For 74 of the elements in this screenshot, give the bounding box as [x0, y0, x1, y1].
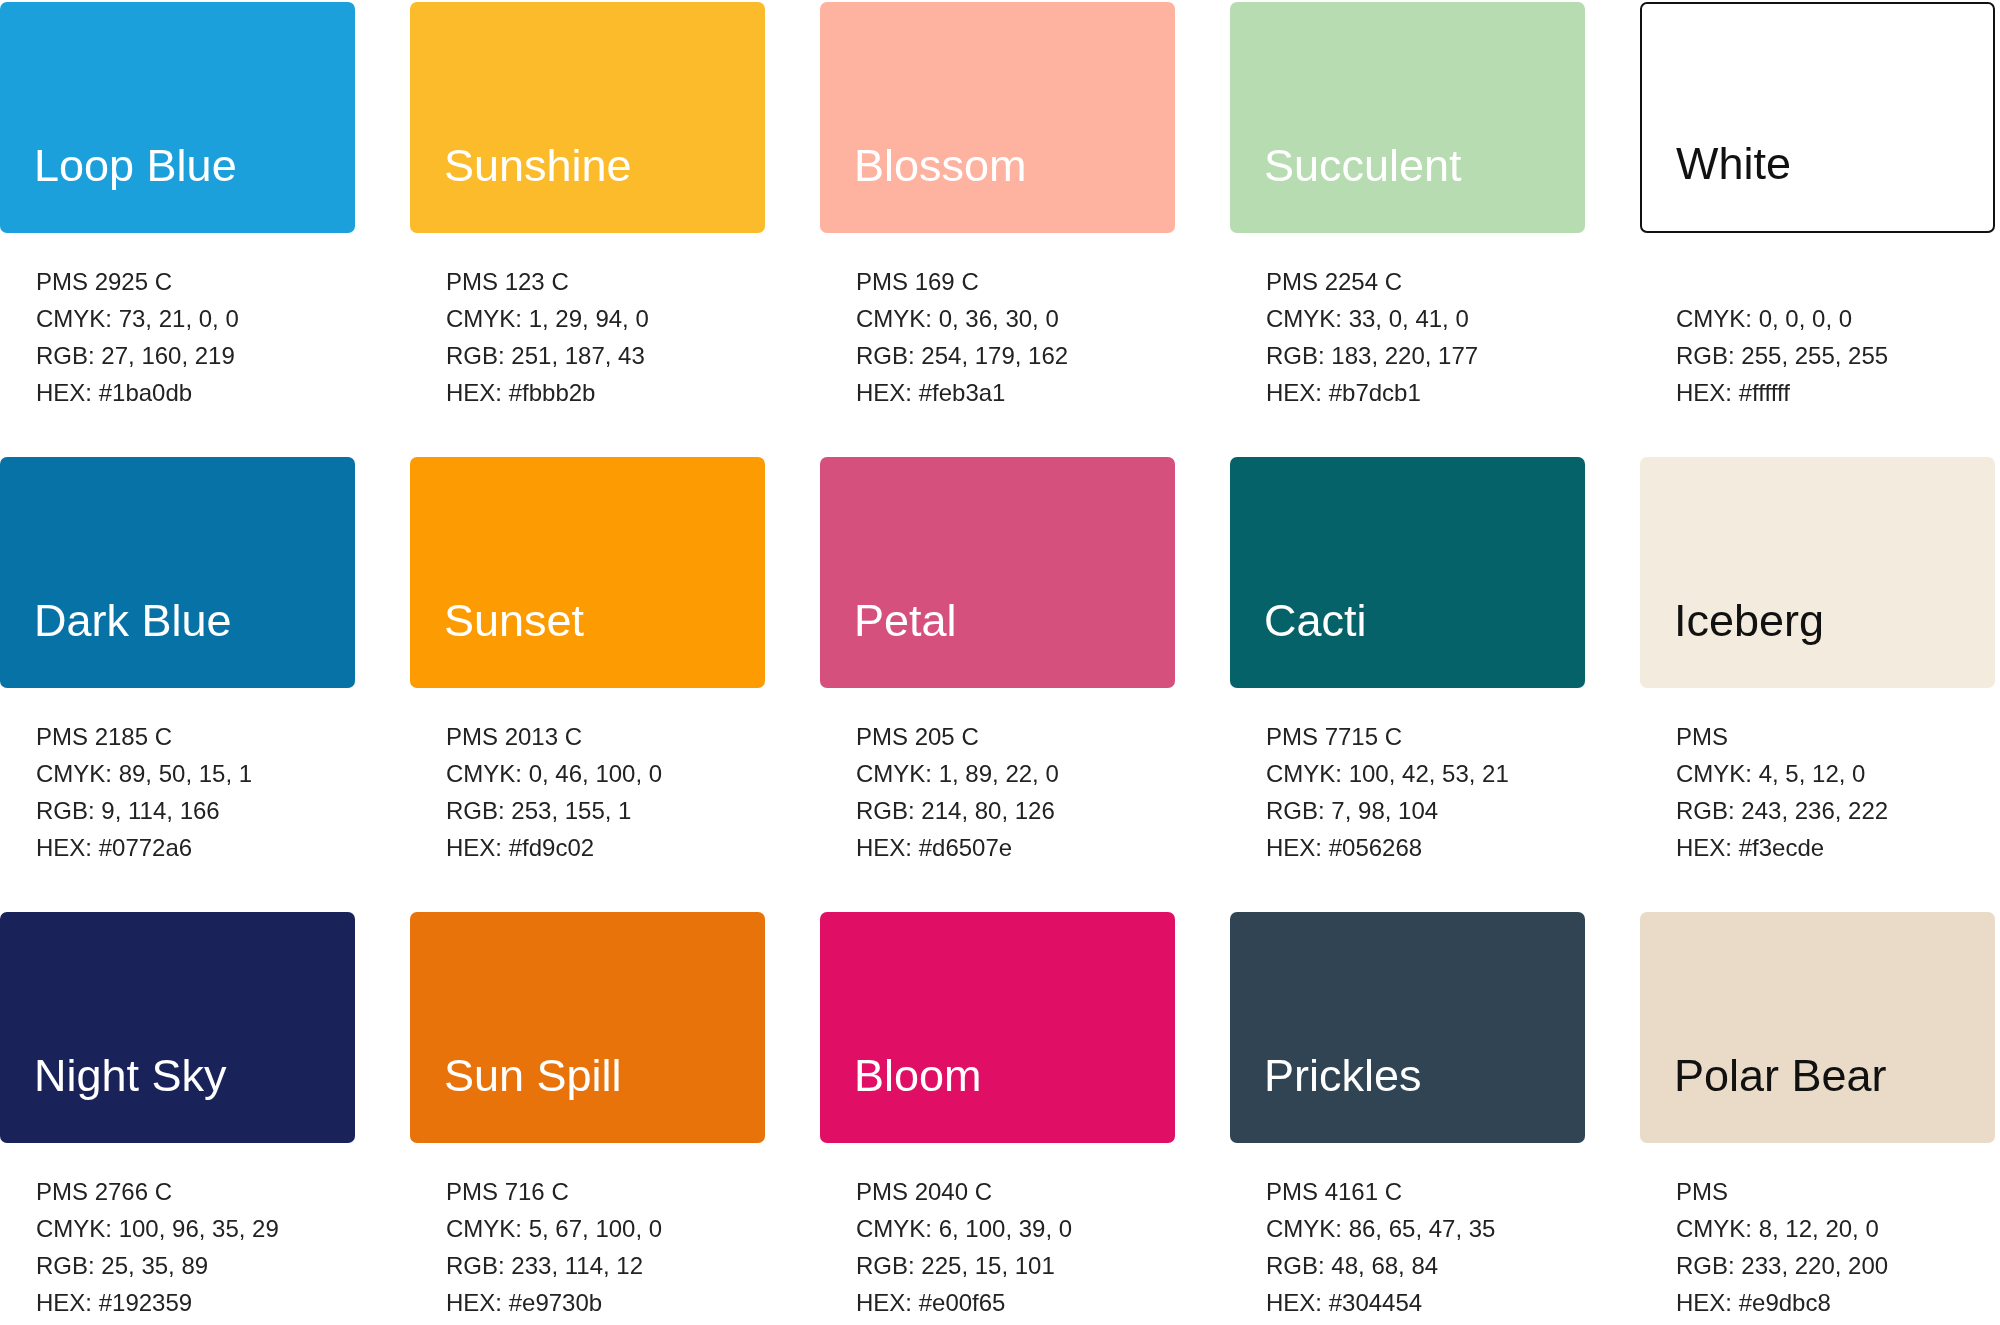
color-code: PMS 2766 C: [36, 1177, 174, 1207]
color-name: Night Sky: [34, 1049, 227, 1103]
color-code: PMS 205 C: [856, 722, 980, 752]
color-code: CMYK: 1, 29, 94, 0: [446, 304, 650, 334]
color-code: RGB: 255, 255, 255: [1676, 341, 1890, 371]
color-code: RGB: 25, 35, 89: [36, 1251, 210, 1281]
color-code: PMS 4161 C: [1266, 1177, 1404, 1207]
color-name: Dark Blue: [34, 594, 232, 648]
color-code: CMYK: 6, 100, 39, 0: [856, 1214, 1074, 1244]
color-code: RGB: 254, 179, 162: [856, 341, 1070, 371]
color-name: Sunset: [444, 594, 585, 648]
color-name: Sunshine: [444, 139, 632, 193]
color-code: RGB: 9, 114, 166: [36, 796, 221, 826]
color-code: HEX: #ffffff: [1676, 378, 1791, 408]
color-name: Sun Spill: [444, 1049, 622, 1103]
color-name: Blossom: [854, 139, 1027, 193]
color-code: HEX: #f3ecde: [1676, 833, 1826, 863]
color-code: HEX: #192359: [36, 1288, 194, 1318]
color-code: HEX: #056268: [1266, 833, 1424, 863]
color-code: RGB: 48, 68, 84: [1266, 1251, 1440, 1281]
color-name: Iceberg: [1674, 594, 1825, 648]
color-code: RGB: 214, 80, 126: [856, 796, 1056, 826]
color-code: HEX: #e9dbc8: [1676, 1288, 1832, 1318]
color-code: HEX: #1ba0db: [36, 378, 194, 408]
color-code: RGB: 251, 187, 43: [446, 341, 646, 371]
color-code: CMYK: 8, 12, 20, 0: [1676, 1214, 1880, 1244]
color-code: HEX: #feb3a1: [856, 378, 1007, 408]
color-name: Petal: [854, 594, 957, 648]
color-code: CMYK: 100, 96, 35, 29: [36, 1214, 280, 1244]
color-code: PMS 2185 C: [36, 722, 174, 752]
color-name: Loop Blue: [34, 139, 237, 193]
color-code: HEX: #0772a6: [36, 833, 194, 863]
color-code: PMS 2254 C: [1266, 267, 1404, 297]
color-code: RGB: 253, 155, 1: [446, 796, 633, 826]
color-code: HEX: #d6507e: [856, 833, 1014, 863]
color-code: PMS: [1676, 722, 1729, 752]
color-code: CMYK: 89, 50, 15, 1: [36, 759, 254, 789]
color-code: CMYK: 0, 36, 30, 0: [856, 304, 1060, 334]
color-code: RGB: 243, 236, 222: [1676, 796, 1890, 826]
color-code: PMS 169 C: [856, 267, 980, 297]
color-name: Bloom: [854, 1049, 982, 1103]
color-code: HEX: #e9730b: [446, 1288, 604, 1318]
color-code: CMYK: 100, 42, 53, 21: [1266, 759, 1510, 789]
color-name: Polar Bear: [1674, 1049, 1887, 1103]
color-code: CMYK: 0, 0, 0, 0: [1676, 304, 1854, 334]
color-name: Succulent: [1264, 139, 1462, 193]
color-code: PMS 7715 C: [1266, 722, 1404, 752]
color-code: HEX: #b7dcb1: [1266, 378, 1422, 408]
color-code: PMS 2013 C: [446, 722, 584, 752]
color-code: CMYK: 5, 67, 100, 0: [446, 1214, 664, 1244]
color-name: Prickles: [1264, 1049, 1422, 1103]
color-code: HEX: #304454: [1266, 1288, 1424, 1318]
color-code: HEX: #fbbb2b: [446, 378, 597, 408]
color-code: CMYK: 0, 46, 100, 0: [446, 759, 664, 789]
color-code: RGB: 233, 114, 12: [446, 1251, 644, 1281]
color-code: PMS 716 C: [446, 1177, 570, 1207]
color-code: RGB: 233, 220, 200: [1676, 1251, 1890, 1281]
color-code: HEX: #fd9c02: [446, 833, 596, 863]
color-code: CMYK: 33, 0, 41, 0: [1266, 304, 1470, 334]
color-code: CMYK: 4, 5, 12, 0: [1676, 759, 1867, 789]
color-code: RGB: 27, 160, 219: [36, 341, 236, 371]
color-code: PMS 123 C: [446, 267, 570, 297]
color-code: CMYK: 86, 65, 47, 35: [1266, 1214, 1497, 1244]
color-code: RGB: 7, 98, 104: [1266, 796, 1440, 826]
color-code: PMS 2040 C: [856, 1177, 994, 1207]
color-code: CMYK: 1, 89, 22, 0: [856, 759, 1060, 789]
color-code: PMS: [1676, 1177, 1729, 1207]
color-name: White: [1676, 137, 1792, 191]
color-code: RGB: 225, 15, 101: [856, 1251, 1056, 1281]
color-code: HEX: #e00f65: [856, 1288, 1007, 1318]
color-name: Cacti: [1264, 594, 1367, 648]
color-code: PMS 2925 C: [36, 267, 174, 297]
color-code: RGB: 183, 220, 177: [1266, 341, 1480, 371]
color-code: CMYK: 73, 21, 0, 0: [36, 304, 240, 334]
